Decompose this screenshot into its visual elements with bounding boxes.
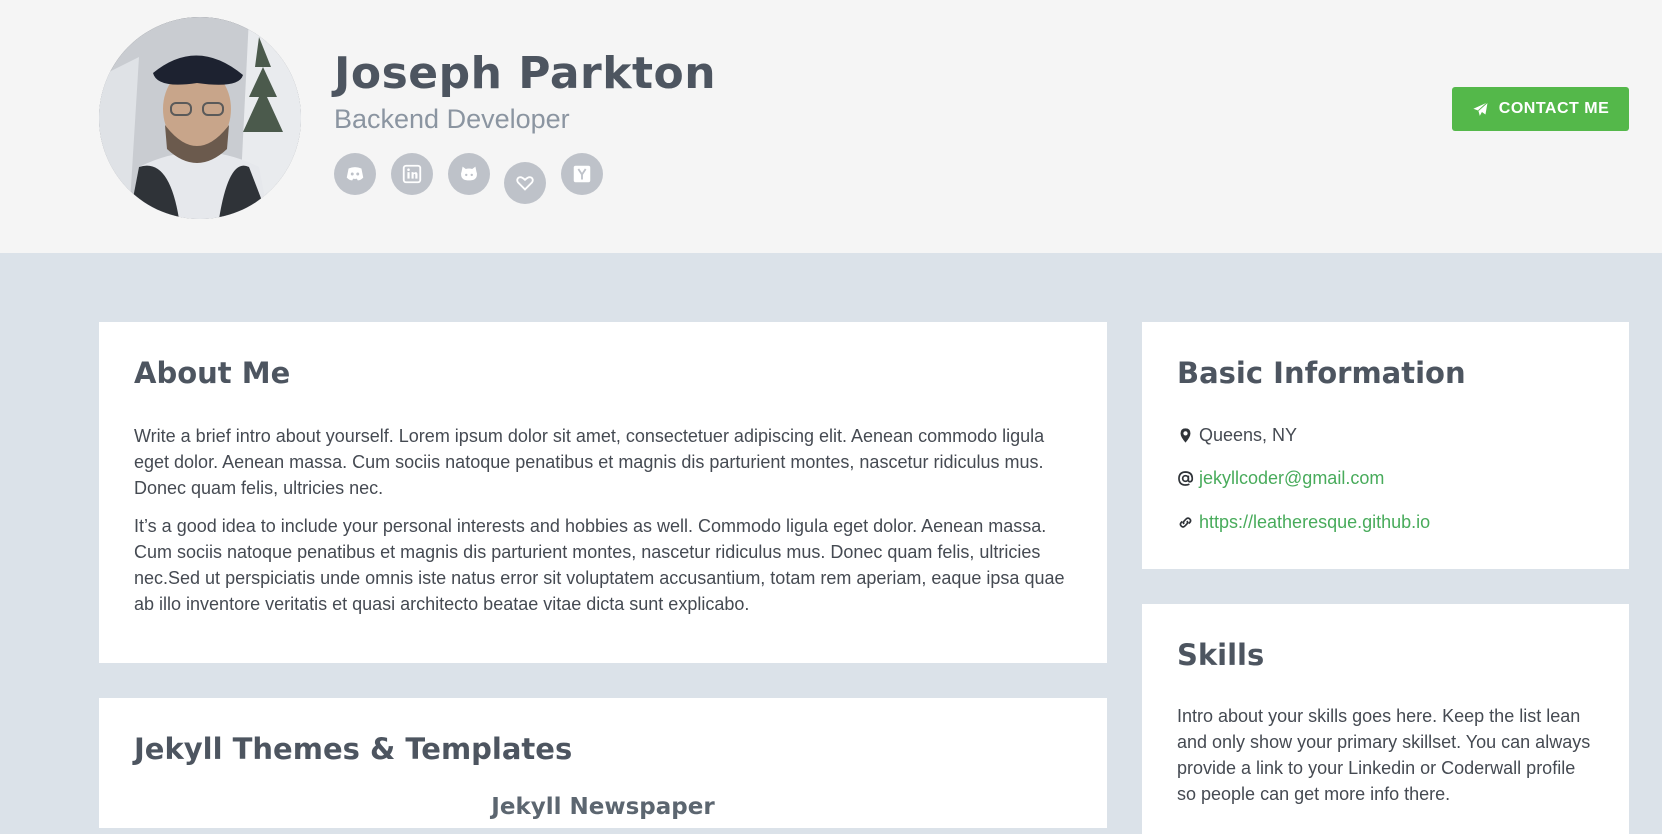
- avatar-photo: [99, 17, 301, 219]
- email-row: jekyllcoder@gmail.com: [1177, 468, 1384, 489]
- profile-header: Joseph Parkton Backend Developer CONTACT…: [0, 0, 1662, 253]
- basic-information-card: Basic Information Queens, NY jekyllcoder…: [1142, 322, 1629, 569]
- jekyll-themes-card: Jekyll Themes & Templates Jekyll Newspap…: [99, 698, 1107, 828]
- hacker-news-link[interactable]: [561, 153, 603, 195]
- discord-icon: [346, 167, 364, 181]
- basic-information-title: Basic Information: [1177, 356, 1466, 390]
- hacker-news-icon: [573, 165, 591, 183]
- location-text: Queens, NY: [1199, 425, 1298, 445]
- contact-me-button[interactable]: CONTACT ME: [1452, 87, 1629, 131]
- discord-link[interactable]: [334, 153, 376, 195]
- jekyll-themes-title: Jekyll Themes & Templates: [134, 732, 573, 766]
- skills-intro: Intro about your skills goes here. Keep …: [1177, 706, 1591, 804]
- email-link[interactable]: jekyllcoder@gmail.com: [1199, 468, 1384, 489]
- heart-link[interactable]: [504, 162, 546, 204]
- link-icon: [1179, 517, 1192, 528]
- map-marker-icon: [1180, 428, 1191, 443]
- profile-role: Backend Developer: [334, 104, 570, 134]
- github-link[interactable]: [448, 153, 490, 195]
- paper-plane-icon: [1473, 101, 1488, 116]
- linkedin-icon: [402, 164, 422, 184]
- profile-avatar: [99, 17, 301, 219]
- profile-name: Joseph Parkton: [334, 48, 717, 99]
- linkedin-link[interactable]: [391, 153, 433, 195]
- skills-card: Skills Intro about your skills goes here…: [1142, 604, 1629, 834]
- website-row: https://leatheresque.github.io: [1177, 512, 1430, 533]
- contact-me-label: CONTACT ME: [1498, 100, 1610, 117]
- at-sign-icon: [1178, 471, 1194, 486]
- theme-item-title[interactable]: Jekyll Newspaper: [99, 794, 1107, 820]
- heart-icon: [516, 176, 534, 191]
- skills-title: Skills: [1177, 638, 1265, 672]
- about-me-card: About Me Write a brief intro about yours…: [99, 322, 1107, 663]
- github-icon: [461, 166, 477, 181]
- website-link[interactable]: https://leatheresque.github.io: [1199, 512, 1430, 533]
- location-row: Queens, NY: [1177, 425, 1297, 446]
- about-paragraph-2: It’s a good idea to include your persona…: [134, 516, 1065, 614]
- about-paragraph-1: Write a brief intro about yourself. Lore…: [134, 426, 1045, 498]
- about-me-title: About Me: [134, 356, 291, 390]
